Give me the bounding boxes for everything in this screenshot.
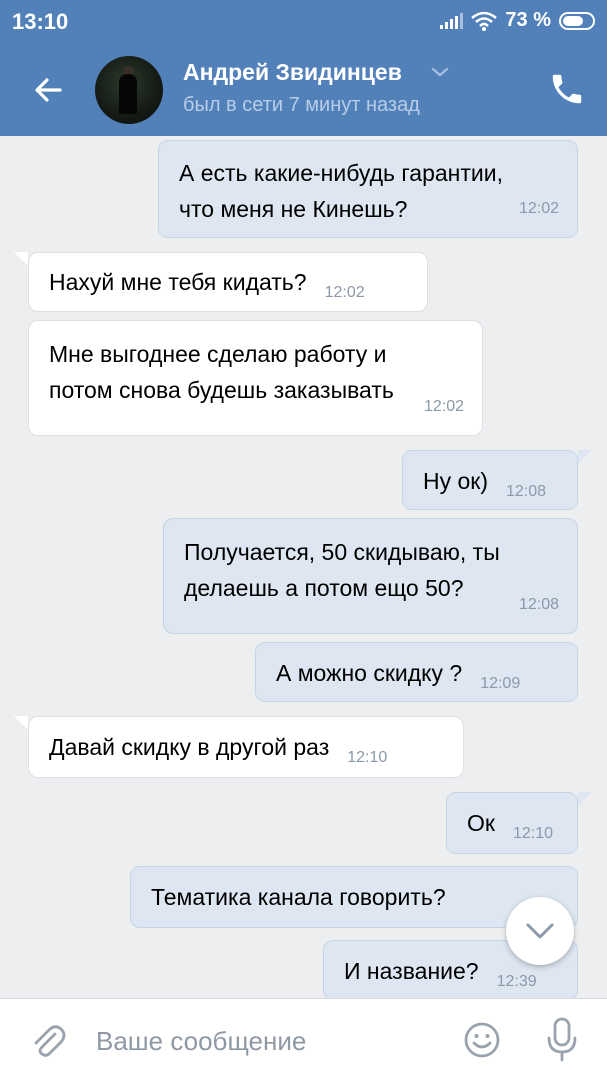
message-outgoing[interactable]: Ну ок) 12:08: [402, 450, 578, 510]
status-time: 13:10: [12, 9, 69, 34]
message-time: 12:10: [512, 825, 553, 842]
message-outgoing[interactable]: Получается, 50 скидываю, ты делаешь а по…: [163, 518, 578, 634]
message-time: 12:08: [518, 596, 559, 613]
message-text: Тематика канала говорить?: [151, 884, 446, 910]
message-outgoing[interactable]: А можно скидку ? 12:09: [255, 642, 578, 702]
bubble-tail: [578, 450, 592, 464]
message-incoming[interactable]: Нахуй мне тебя кидать? 12:02: [28, 252, 428, 312]
message-composer: Ваше сообщение: [0, 998, 607, 1080]
message-time: 12:08: [506, 483, 547, 500]
bubble-tail: [578, 792, 592, 806]
message-text: И название?: [344, 958, 479, 984]
message-time: 12:10: [347, 749, 388, 766]
battery-percent: 73 %: [505, 9, 551, 31]
avatar[interactable]: [95, 56, 163, 124]
message-time: 12:02: [518, 200, 559, 217]
paperclip-icon[interactable]: [28, 1021, 68, 1061]
microphone-icon[interactable]: [544, 1017, 580, 1063]
message-text: Нахуй мне тебя кидать?: [49, 269, 307, 295]
bubble-tail: [14, 716, 28, 730]
arrow-left-icon[interactable]: [30, 72, 66, 108]
message-text: А можно скидку ?: [276, 660, 463, 686]
message-text: Ну ок): [423, 468, 489, 494]
message-incoming[interactable]: Мне выгоднее сделаю работу и потом снова…: [28, 320, 483, 436]
chevron-down-icon[interactable]: [431, 66, 449, 78]
message-time: 12:39: [496, 973, 537, 990]
status-indicators: 73 %: [440, 9, 595, 32]
message-input[interactable]: Ваше сообщение: [96, 1021, 436, 1061]
status-bar: 13:10 73 %: [0, 0, 607, 40]
message-text-line: потом снова будешь заказывать: [49, 377, 394, 403]
smile-icon[interactable]: [463, 1021, 501, 1059]
message-incoming[interactable]: Давай скидку в другой раз 12:10: [28, 716, 464, 778]
bubble-tail: [14, 252, 28, 266]
battery-icon: [559, 11, 595, 30]
scroll-down-button[interactable]: [506, 897, 574, 965]
top-bar: 13:10 73 % Андрей Звидинцев был в сети 7…: [0, 0, 607, 136]
contact-status: был в сети 7 минут назад: [183, 94, 420, 116]
message-time: 12:02: [324, 284, 365, 301]
message-text-line: Получается, 50 скидываю, ты: [184, 539, 500, 565]
message-time: 12:09: [480, 675, 521, 692]
message-outgoing[interactable]: А есть какие-нибудь гарантии, что меня н…: [158, 140, 578, 238]
message-time: 12:02: [423, 398, 464, 415]
message-outgoing[interactable]: Ок 12:10: [446, 792, 578, 854]
message-text-line: Мне выгоднее сделаю работу и: [49, 341, 387, 367]
message-text-line: что меня не Кинешь?: [179, 196, 408, 222]
message-text: Ок: [467, 810, 495, 836]
chevron-down-icon: [526, 923, 554, 939]
signal-icon: [440, 12, 464, 29]
wifi-icon: [471, 11, 498, 31]
message-text-line: делаешь а потом ещо 50?: [184, 575, 464, 601]
contact-name[interactable]: Андрей Звидинцев: [183, 59, 402, 86]
message-text-line: А есть какие-нибудь гарантии,: [179, 160, 503, 186]
message-text: Давай скидку в другой раз: [49, 734, 330, 760]
battery-level: [563, 15, 584, 26]
phone-icon[interactable]: [548, 70, 586, 108]
